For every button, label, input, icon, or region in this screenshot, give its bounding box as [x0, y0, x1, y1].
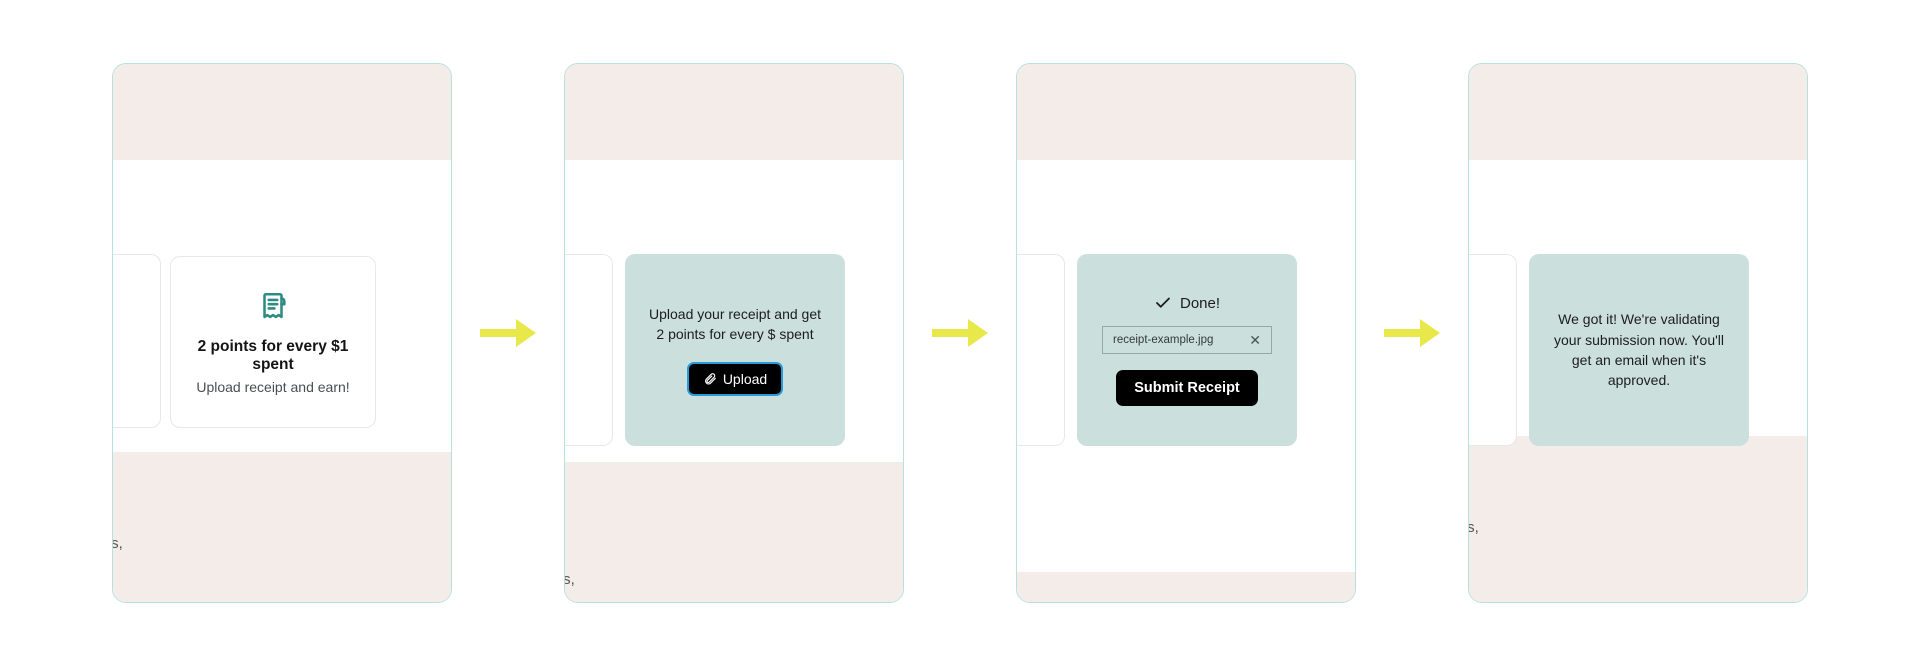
- paperclip-icon: [703, 372, 717, 386]
- remove-file-icon[interactable]: ✕: [1249, 333, 1261, 347]
- uploaded-file-chip: receipt-example.jpg ✕: [1102, 326, 1272, 354]
- cropped-background-text: ts,: [112, 535, 123, 552]
- upload-button-label: Upload: [723, 371, 767, 387]
- checkmark-icon: [1154, 294, 1172, 312]
- previous-card-sliver: [1468, 254, 1517, 446]
- upload-instruction-text: Upload your receipt and get 2 points for…: [645, 304, 825, 345]
- receipt-icon: [256, 290, 290, 324]
- previous-card-sliver: [564, 254, 613, 446]
- flow-step-2: ts, Upload your receipt and get 2 points…: [564, 63, 904, 603]
- footer-band: [565, 462, 903, 602]
- confirmation-panel: We got it! We're validating your submiss…: [1529, 254, 1749, 446]
- previous-card-sliver: [112, 254, 161, 428]
- flow-step-1: ts, 2 points for every $1 spent Upload r…: [112, 63, 452, 603]
- footer-band: [1017, 572, 1355, 602]
- flow-arrow-icon: [480, 319, 536, 347]
- flow-step-4: ts, We got it! We're validating your sub…: [1468, 63, 1808, 603]
- previous-card-sliver: [1016, 254, 1065, 446]
- header-band: [565, 64, 903, 160]
- confirmation-text: We got it! We're validating your submiss…: [1549, 309, 1729, 390]
- promo-title: 2 points for every $1 spent: [185, 338, 361, 374]
- promo-subtitle: Upload receipt and earn!: [196, 379, 349, 395]
- flow-step-3: ts, Done! receipt-example.jpg ✕ Submit R…: [1016, 63, 1356, 603]
- upload-panel: Upload your receipt and get 2 points for…: [625, 254, 845, 446]
- cropped-background-text: ts,: [564, 571, 575, 588]
- upload-done-row: Done!: [1154, 294, 1220, 312]
- cropped-background-text: ts,: [1468, 519, 1479, 536]
- receipt-promo-card[interactable]: 2 points for every $1 spent Upload recei…: [170, 256, 376, 428]
- upload-button[interactable]: Upload: [687, 362, 783, 396]
- submit-panel: Done! receipt-example.jpg ✕ Submit Recei…: [1077, 254, 1297, 446]
- flow-arrow-icon: [932, 319, 988, 347]
- submit-button-label: Submit Receipt: [1134, 380, 1240, 396]
- done-label: Done!: [1180, 295, 1220, 312]
- header-band: [1017, 64, 1355, 160]
- flow-arrow-icon: [1384, 319, 1440, 347]
- uploaded-file-name: receipt-example.jpg: [1113, 334, 1213, 346]
- footer-band: [1469, 436, 1807, 602]
- header-band: [1469, 64, 1807, 160]
- footer-band: [113, 452, 451, 602]
- header-band: [113, 64, 451, 160]
- submit-receipt-button[interactable]: Submit Receipt: [1116, 370, 1258, 406]
